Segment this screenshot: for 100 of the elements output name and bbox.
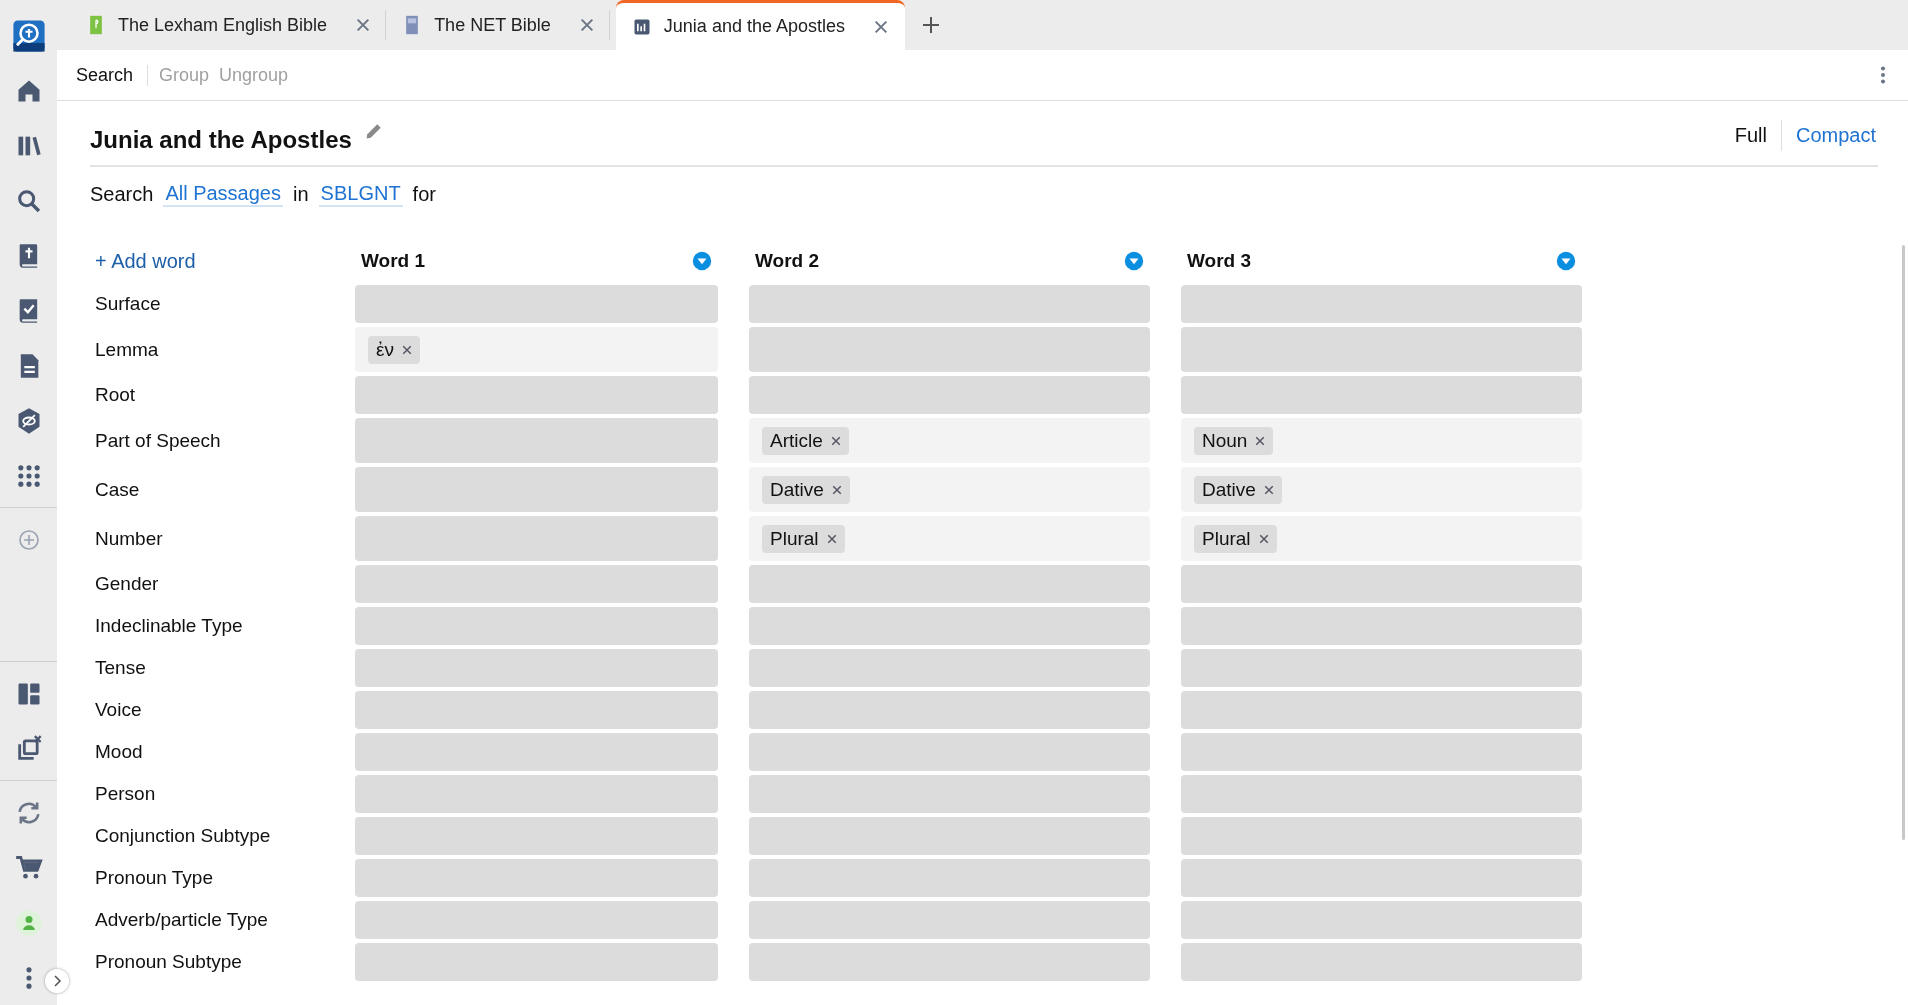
criteria-field[interactable] bbox=[749, 859, 1150, 897]
attribute-label: Voice bbox=[95, 699, 142, 721]
criteria-field[interactable] bbox=[1181, 607, 1582, 645]
dropdown-icon[interactable] bbox=[692, 251, 712, 271]
attribute-label: Case bbox=[95, 478, 140, 501]
value-chip[interactable]: ἐν bbox=[368, 335, 420, 364]
close-tab-icon[interactable] bbox=[873, 18, 889, 35]
criteria-field[interactable] bbox=[1181, 649, 1582, 687]
value-chip[interactable]: Noun bbox=[1194, 426, 1274, 455]
criteria-field[interactable] bbox=[355, 649, 718, 687]
expand-sidebar-button[interactable] bbox=[45, 969, 69, 993]
criteria-field[interactable] bbox=[1181, 943, 1582, 981]
criteria-field[interactable] bbox=[355, 418, 718, 463]
attribute-label: Number bbox=[95, 527, 163, 550]
attribute-label: Root bbox=[95, 384, 136, 406]
criteria-field[interactable] bbox=[355, 733, 718, 771]
criteria-field[interactable]: Plural bbox=[1181, 516, 1582, 561]
close-tab-icon[interactable] bbox=[578, 17, 595, 33]
view-mode-toggle[interactable]: Full bbox=[1720, 119, 1781, 151]
attribute-label: Gender bbox=[95, 573, 159, 595]
criteria-field[interactable] bbox=[749, 775, 1150, 813]
criteria-field[interactable] bbox=[355, 817, 718, 855]
criteria-field[interactable] bbox=[749, 607, 1150, 645]
remove-chip-icon[interactable] bbox=[830, 435, 841, 446]
criteria-field[interactable] bbox=[1181, 691, 1582, 729]
criteria-field[interactable] bbox=[749, 565, 1150, 603]
in-label: in bbox=[293, 182, 309, 206]
criteria-field[interactable] bbox=[749, 901, 1150, 939]
pencil-edit-icon[interactable] bbox=[363, 121, 384, 141]
criteria-field[interactable] bbox=[749, 649, 1150, 687]
remove-chip-icon[interactable] bbox=[402, 344, 412, 355]
attribute-label: Mood bbox=[95, 741, 143, 763]
attribute-label: Surface bbox=[95, 293, 161, 315]
tab[interactable]: The NET Bible bbox=[386, 10, 610, 40]
criteria-field[interactable]: Dative bbox=[1181, 467, 1582, 512]
passages-link[interactable]: All Passages bbox=[163, 181, 283, 207]
criteria-field[interactable] bbox=[355, 376, 718, 414]
criteria-field[interactable] bbox=[749, 691, 1150, 729]
cart-icon[interactable] bbox=[14, 853, 43, 882]
criteria-field[interactable] bbox=[355, 516, 718, 561]
attribute-label: Pronoun Subtype bbox=[95, 951, 242, 973]
criteria-field[interactable] bbox=[1181, 327, 1582, 372]
criteria-field[interactable] bbox=[1181, 565, 1582, 603]
criteria-field[interactable] bbox=[355, 285, 718, 323]
criteria-field[interactable] bbox=[355, 467, 718, 512]
criteria-field[interactable] bbox=[1181, 817, 1582, 855]
attribute-label: Part of Speech bbox=[95, 429, 221, 452]
toolbar-button[interactable]: Search bbox=[71, 64, 149, 86]
column-header: Word 3 bbox=[1187, 250, 1252, 272]
criteria-field[interactable]: Dative bbox=[749, 467, 1150, 512]
attribute-label: Person bbox=[95, 783, 156, 805]
criteria-field[interactable] bbox=[355, 901, 718, 939]
view-mode-toggle[interactable]: Compact bbox=[1780, 119, 1878, 151]
attribute-label: Pronoun Type bbox=[95, 867, 213, 889]
scrollbar[interactable] bbox=[1902, 245, 1905, 840]
attribute-label: Indeclinable Type bbox=[95, 615, 243, 637]
close-tab-icon[interactable] bbox=[355, 17, 372, 33]
criteria-field[interactable] bbox=[749, 943, 1150, 981]
criteria-field[interactable] bbox=[355, 943, 718, 981]
remove-chip-icon[interactable] bbox=[1263, 484, 1274, 495]
criteria-field[interactable] bbox=[355, 859, 718, 897]
criteria-field[interactable] bbox=[355, 607, 718, 645]
criteria-field[interactable] bbox=[1181, 775, 1582, 813]
criteria-field[interactable] bbox=[1181, 285, 1582, 323]
remove-chip-icon[interactable] bbox=[831, 484, 842, 495]
dropdown-icon[interactable] bbox=[1124, 251, 1144, 271]
criteria-field[interactable] bbox=[749, 376, 1150, 414]
value-chip[interactable]: Dative bbox=[762, 475, 850, 504]
criteria-field[interactable] bbox=[749, 285, 1150, 323]
add-circle-icon[interactable] bbox=[16, 527, 41, 552]
user-avatar-icon[interactable] bbox=[14, 908, 43, 937]
criteria-field[interactable] bbox=[355, 565, 718, 603]
criteria-field[interactable] bbox=[355, 691, 718, 729]
criteria-field[interactable]: ἐν bbox=[355, 327, 718, 372]
criteria-field[interactable] bbox=[1181, 901, 1582, 939]
criteria-field[interactable]: Plural bbox=[749, 516, 1150, 561]
resource-link[interactable]: SBLGNT bbox=[318, 181, 403, 207]
criteria-field[interactable]: Article bbox=[749, 418, 1150, 463]
criteria-field[interactable] bbox=[749, 817, 1150, 855]
criteria-field[interactable] bbox=[1181, 376, 1582, 414]
remove-chip-icon[interactable] bbox=[1255, 435, 1266, 446]
attribute-label: Tense bbox=[95, 657, 146, 679]
criteria-field[interactable] bbox=[1181, 733, 1582, 771]
add-word-link[interactable]: + Add word bbox=[90, 241, 324, 281]
value-chip[interactable]: Dative bbox=[1194, 475, 1282, 504]
criteria-field[interactable]: Noun bbox=[1181, 418, 1582, 463]
logo-icon[interactable] bbox=[11, 18, 46, 53]
value-chip[interactable]: Plural bbox=[762, 524, 845, 553]
value-chip[interactable]: Plural bbox=[1194, 524, 1277, 553]
remove-chip-icon[interactable] bbox=[1258, 533, 1269, 544]
attribute-label: Conjunction Subtype bbox=[95, 825, 271, 847]
criteria-field[interactable] bbox=[355, 775, 718, 813]
remove-chip-icon[interactable] bbox=[826, 533, 837, 544]
dropdown-icon[interactable] bbox=[1556, 251, 1576, 271]
criteria-field[interactable] bbox=[749, 327, 1150, 372]
tab[interactable]: Junia and the Apostles bbox=[615, 0, 905, 50]
criteria-field[interactable] bbox=[1181, 859, 1582, 897]
tab[interactable]: The Lexham English Bible bbox=[70, 10, 387, 40]
criteria-field[interactable] bbox=[749, 733, 1150, 771]
value-chip[interactable]: Article bbox=[762, 426, 849, 455]
